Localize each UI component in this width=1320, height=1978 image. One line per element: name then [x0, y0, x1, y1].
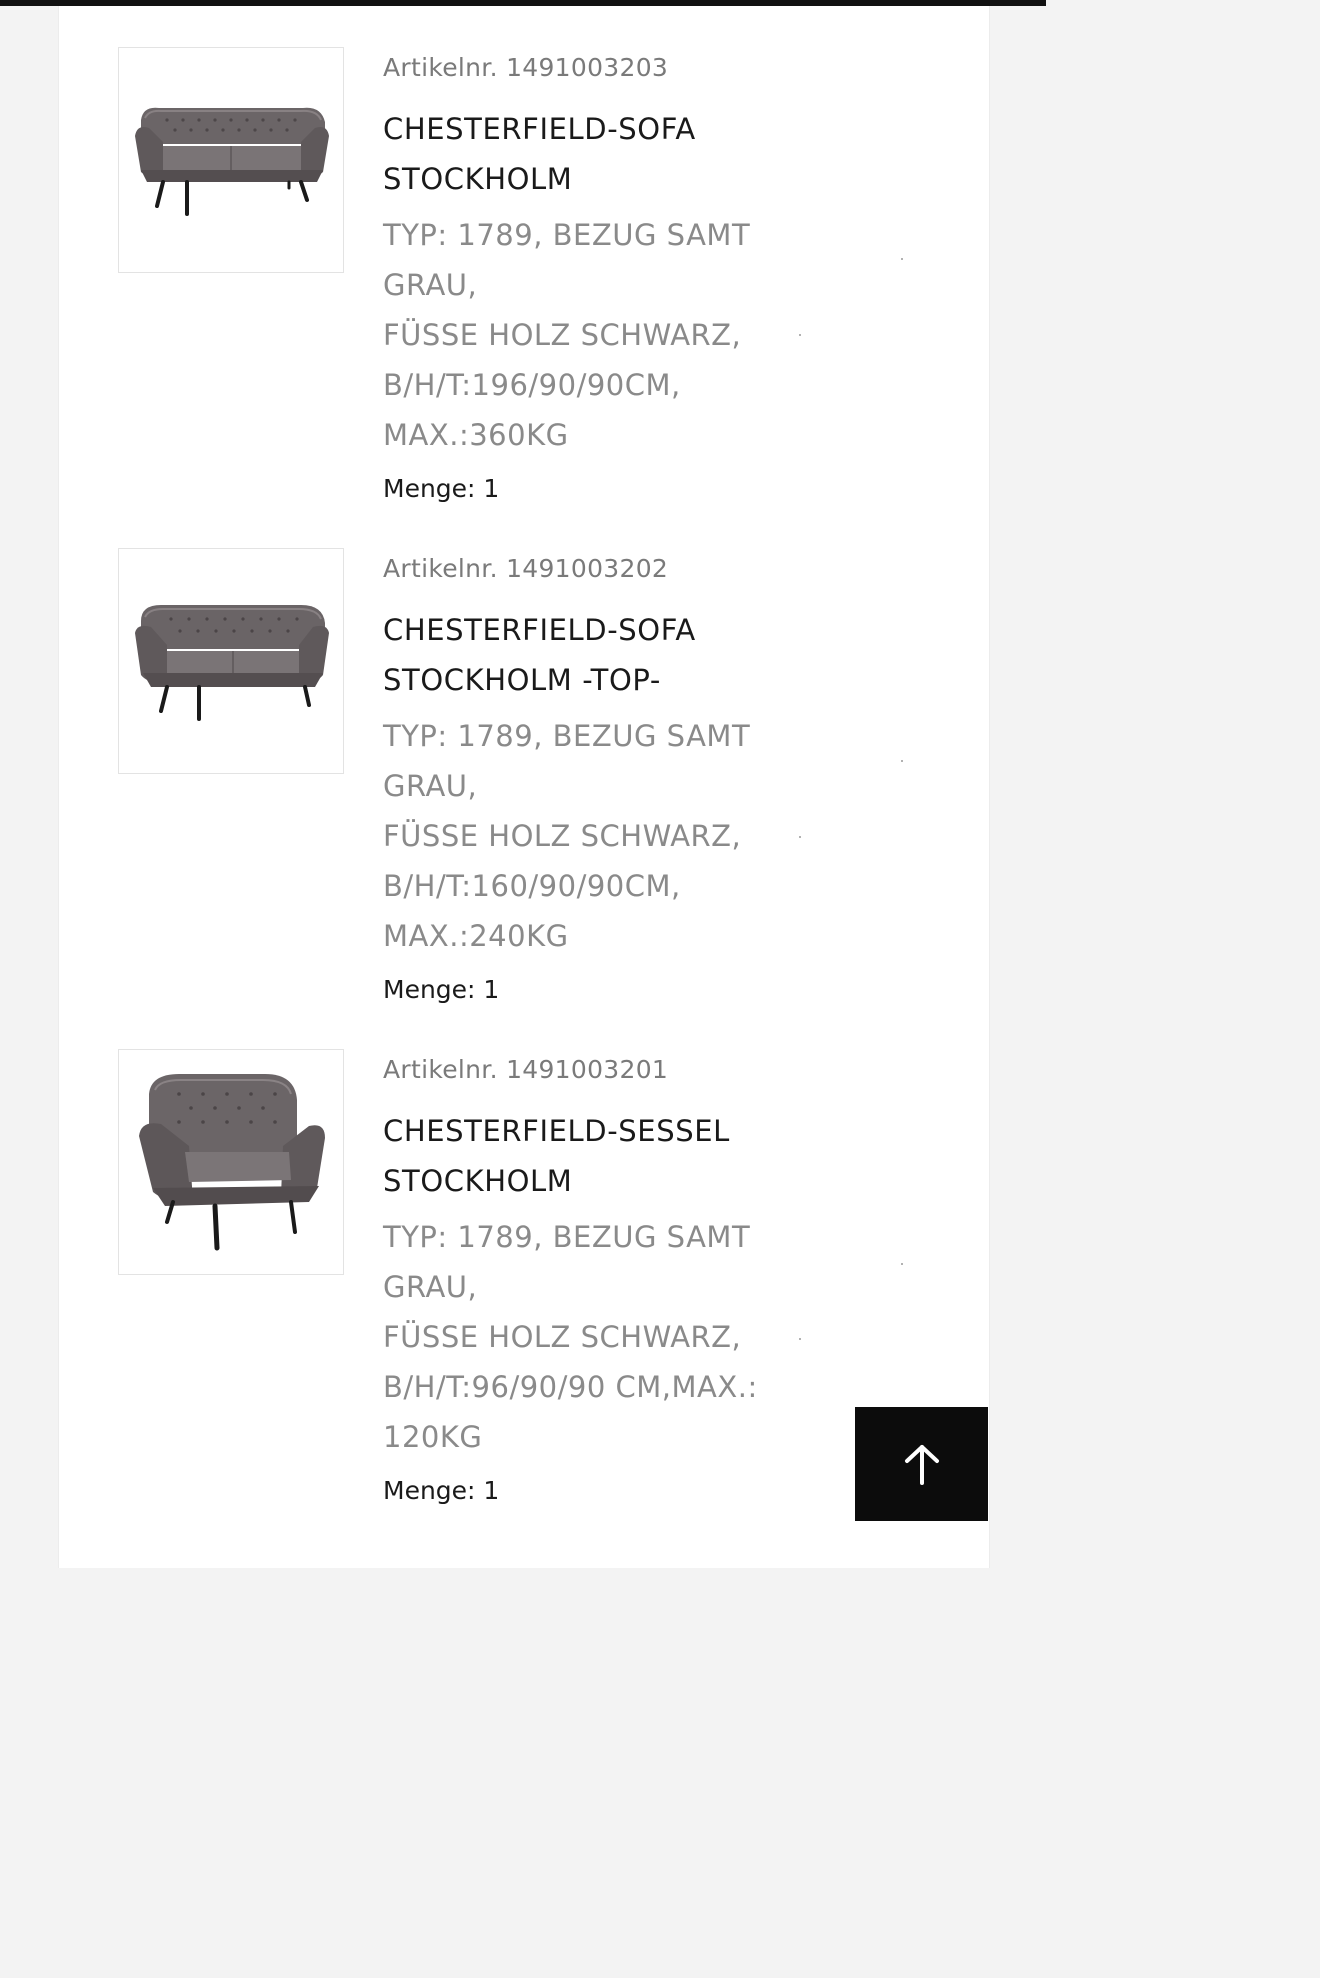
three-seat-sofa-image [135, 107, 329, 216]
order-items-panel: Artikelnr. 1491003203 CHESTERFIELD-SOFA … [58, 6, 990, 1568]
product-description: TYP: 1789, BEZUG SAMT GRAU, FÜSSE HOLZ S… [383, 1212, 843, 1462]
divider-dot [799, 334, 801, 336]
article-number: Artikelnr. 1491003203 [383, 53, 669, 82]
product-title-line: CHESTERFIELD-SOFA [383, 112, 696, 146]
armchair-image [139, 1074, 325, 1251]
product-title[interactable]: CHESTERFIELD-SOFA STOCKHOLM [383, 104, 843, 204]
description-line: B/H/T:96/90/90 CM,MAX.: [383, 1370, 758, 1404]
description-line: FÜSSE HOLZ SCHWARZ, [383, 819, 742, 853]
two-seat-sofa-image [135, 605, 329, 721]
description-line: TYP: 1789, BEZUG SAMT [383, 719, 751, 753]
divider-dot [901, 760, 903, 762]
description-line: FÜSSE HOLZ SCHWARZ, [383, 1320, 742, 1354]
product-image[interactable] [118, 1049, 344, 1275]
description-line: FÜSSE HOLZ SCHWARZ, [383, 318, 742, 352]
description-line: GRAU, [383, 769, 478, 803]
product-title-line: STOCKHOLM [383, 162, 573, 196]
description-line: 120KG [383, 1420, 483, 1454]
product-item: Artikelnr. 1491003202 CHESTERFIELD-SOFA … [59, 507, 989, 1004]
product-title-line: STOCKHOLM -TOP- [383, 663, 661, 697]
product-title-line: STOCKHOLM [383, 1164, 573, 1198]
divider-dot [901, 1263, 903, 1265]
divider-dot [799, 1338, 801, 1340]
description-line: B/H/T:160/90/90CM, [383, 869, 681, 903]
quantity-label: Menge: 1 [383, 474, 500, 503]
product-info: Artikelnr. 1491003201 CHESTERFIELD-SESSE… [383, 1052, 843, 1511]
product-info: Artikelnr. 1491003203 CHESTERFIELD-SOFA … [383, 50, 843, 509]
arrow-up-icon [905, 1445, 939, 1485]
description-line: B/H/T:196/90/90CM, [383, 368, 681, 402]
quantity-label: Menge: 1 [383, 975, 500, 1004]
product-title-line: CHESTERFIELD-SESSEL [383, 1114, 730, 1148]
product-item: Artikelnr. 1491003201 CHESTERFIELD-SESSE… [59, 1008, 989, 1505]
product-image[interactable] [118, 47, 344, 273]
product-info: Artikelnr. 1491003202 CHESTERFIELD-SOFA … [383, 551, 843, 1010]
scroll-to-top-button[interactable] [855, 1407, 988, 1521]
product-description: TYP: 1789, BEZUG SAMT GRAU, FÜSSE HOLZ S… [383, 711, 843, 961]
product-item: Artikelnr. 1491003203 CHESTERFIELD-SOFA … [59, 6, 989, 503]
description-line: GRAU, [383, 268, 478, 302]
description-line: MAX.:360KG [383, 418, 569, 452]
product-title-line: CHESTERFIELD-SOFA [383, 613, 696, 647]
article-number: Artikelnr. 1491003201 [383, 1055, 669, 1084]
quantity-label: Menge: 1 [383, 1476, 500, 1505]
article-number: Artikelnr. 1491003202 [383, 554, 669, 583]
description-line: MAX.:240KG [383, 919, 569, 953]
description-line: TYP: 1789, BEZUG SAMT [383, 1220, 751, 1254]
product-title[interactable]: CHESTERFIELD-SOFA STOCKHOLM -TOP- [383, 605, 843, 705]
product-description: TYP: 1789, BEZUG SAMT GRAU, FÜSSE HOLZ S… [383, 210, 843, 460]
product-image[interactable] [118, 548, 344, 774]
divider-dot [799, 836, 801, 838]
description-line: TYP: 1789, BEZUG SAMT [383, 218, 751, 252]
divider-dot [901, 258, 903, 260]
description-line: GRAU, [383, 1270, 478, 1304]
product-title[interactable]: CHESTERFIELD-SESSEL STOCKHOLM [383, 1106, 843, 1206]
